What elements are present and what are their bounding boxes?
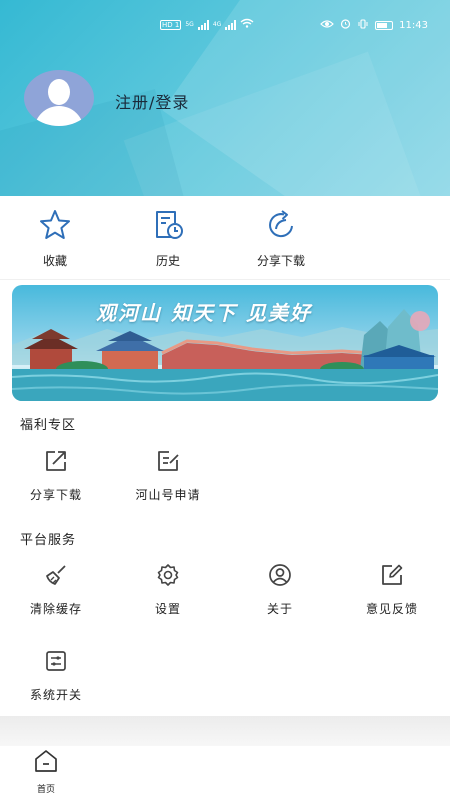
clear-cache-button[interactable]: 清除缓存 bbox=[8, 562, 104, 617]
history-button[interactable]: 历史 bbox=[123, 208, 213, 269]
profile-header: HD 1 5G 4G 11:43 注册/登录 bbox=[0, 0, 450, 196]
wifi-icon bbox=[240, 18, 254, 31]
net1-label: 5G bbox=[185, 21, 194, 28]
feedback-label: 意见反馈 bbox=[365, 602, 418, 616]
services-section-title: 平台服务 bbox=[20, 533, 77, 548]
net2-label: 4G bbox=[212, 21, 222, 28]
star-icon bbox=[40, 210, 70, 239]
quick-actions: 收藏 历史 分享下载 bbox=[0, 196, 450, 280]
promo-banner[interactable]: 观河山 知天下 见美好 bbox=[12, 285, 438, 401]
user-circle-icon bbox=[269, 564, 291, 586]
avatar-head bbox=[48, 79, 70, 105]
alarm-icon bbox=[340, 18, 351, 32]
share-download-label: 分享下载 bbox=[256, 254, 305, 268]
hd1-badge: HD 1 bbox=[160, 19, 182, 30]
welfare-section-title: 福利专区 bbox=[20, 418, 77, 433]
clear-cache-label: 清除缓存 bbox=[29, 602, 82, 616]
clock: 11:43 bbox=[399, 19, 428, 31]
avatar[interactable] bbox=[24, 70, 94, 126]
banner-title: 观河山 知天下 见美好 bbox=[96, 301, 312, 325]
pencil-square-icon bbox=[382, 564, 403, 585]
eye-icon bbox=[320, 19, 335, 32]
status-left: HD 1 5G 4G bbox=[160, 18, 254, 31]
nav-home-label: 首页 bbox=[36, 785, 55, 795]
favorites-button[interactable]: 收藏 bbox=[10, 208, 100, 269]
vibrate-icon bbox=[357, 18, 369, 32]
system-switch-label: 系统开关 bbox=[29, 688, 82, 702]
history-icon bbox=[156, 211, 183, 239]
nav-home-tab[interactable]: 首页 bbox=[24, 748, 68, 795]
history-label: 历史 bbox=[155, 254, 180, 268]
broom-icon bbox=[46, 565, 66, 585]
heshan-apply-label: 河山号申请 bbox=[135, 488, 201, 502]
heshan-apply-button[interactable]: 河山号申请 bbox=[120, 448, 216, 503]
feedback-button[interactable]: 意见反馈 bbox=[344, 562, 440, 617]
login-register-link[interactable]: 注册/登录 bbox=[115, 89, 189, 113]
favorites-label: 收藏 bbox=[42, 254, 67, 268]
status-bar: HD 1 5G 4G 11:43 bbox=[0, 18, 450, 36]
system-switch-button[interactable]: 系统开关 bbox=[8, 648, 104, 703]
signal2-icon bbox=[225, 19, 237, 30]
welfare-share-download-button[interactable]: 分享下载 bbox=[8, 448, 104, 503]
toggle-icon bbox=[46, 651, 66, 671]
share-download-button[interactable]: 分享下载 bbox=[236, 208, 326, 269]
about-button[interactable]: 关于 bbox=[232, 562, 328, 617]
avatar-body bbox=[34, 106, 84, 126]
gear-icon bbox=[157, 564, 179, 586]
settings-button[interactable]: 设置 bbox=[120, 562, 216, 617]
edit-note-icon bbox=[158, 451, 179, 471]
battery-icon bbox=[375, 20, 394, 30]
signal1-icon bbox=[197, 19, 209, 30]
bottom-nav: 首页 bbox=[0, 746, 450, 800]
share-out-icon bbox=[46, 451, 66, 471]
home-icon bbox=[35, 750, 57, 772]
about-label: 关于 bbox=[266, 602, 293, 616]
share-icon bbox=[269, 210, 293, 238]
status-right: 11:43 bbox=[320, 18, 428, 32]
divider-strip bbox=[0, 716, 450, 746]
settings-label: 设置 bbox=[154, 602, 181, 616]
welfare-share-download-label: 分享下载 bbox=[29, 488, 82, 502]
